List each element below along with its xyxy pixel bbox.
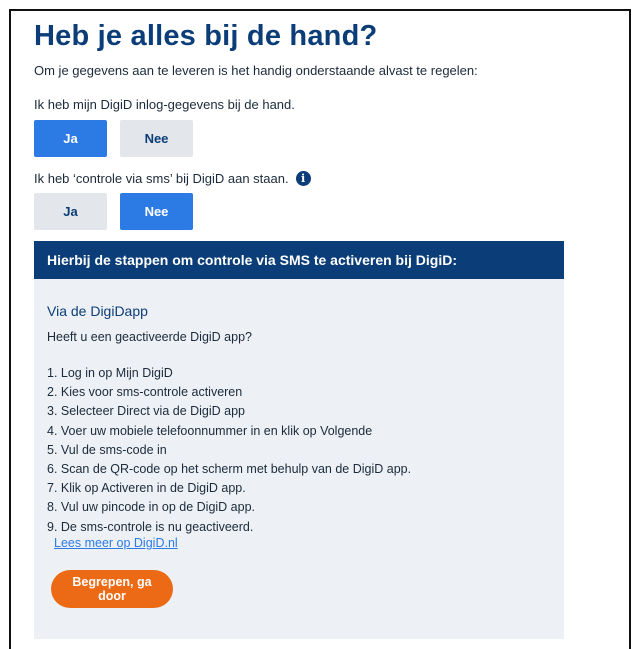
instructions-panel: Via de DigiDapp Heeft u een geactiveerde… <box>34 279 564 639</box>
step-item: 4. Voer uw mobiele telefoonnummer in en … <box>47 423 373 438</box>
step-item: 5. Vul de sms-code in <box>47 442 167 457</box>
step-item: 7. Klik op Activeren in de DigiD app. <box>47 481 246 496</box>
question-sms-label: Ik heb ‘controle via sms’ bij DigiD aan … <box>34 171 289 186</box>
step-item: 8. Vul uw pincode in op de DigiD app. <box>47 500 256 515</box>
intro-text: Om je gegevens aan te leveren is het han… <box>34 63 478 78</box>
read-more-link[interactable]: Lees meer op DigiD.nl <box>54 536 178 550</box>
step-item: 2. Kies voor sms-controle activeren <box>47 385 243 400</box>
app-question: Heeft u een geactiveerde DigiD app? <box>47 330 252 344</box>
info-icon[interactable]: i <box>295 171 311 186</box>
page-title: Heb je alles bij de hand? <box>34 20 378 52</box>
sms-yes-button[interactable]: Ja <box>34 193 107 230</box>
continue-button[interactable]: Begrepen, ga door <box>51 570 173 608</box>
step-item: 1. Log in op Mijn DigiD <box>47 366 173 380</box>
instructions-panel-header: Hierbij de stappen om controle via SMS t… <box>34 241 564 279</box>
login-no-button[interactable]: Nee <box>120 120 193 157</box>
steps-list: 1. Log in op Mijn DigiD 2. Kies voor sms… <box>47 364 411 537</box>
step-item: 3. Selecteer Direct via de DigiD app <box>47 404 246 419</box>
question-login-label: Ik heb mijn DigiD inlog-gegevens bij de … <box>34 97 295 112</box>
section-title: Via de DigiDapp <box>47 303 148 319</box>
step-item: 6. Scan de QR-code op het scherm met beh… <box>47 462 412 477</box>
sms-no-button[interactable]: Nee <box>120 193 193 230</box>
login-yes-button[interactable]: Ja <box>34 120 107 157</box>
step-item: 9. De sms-controle is nu geactiveerd. <box>47 519 254 534</box>
question-sms: Ik heb ‘controle via sms’ bij DigiD aan … <box>34 171 311 186</box>
